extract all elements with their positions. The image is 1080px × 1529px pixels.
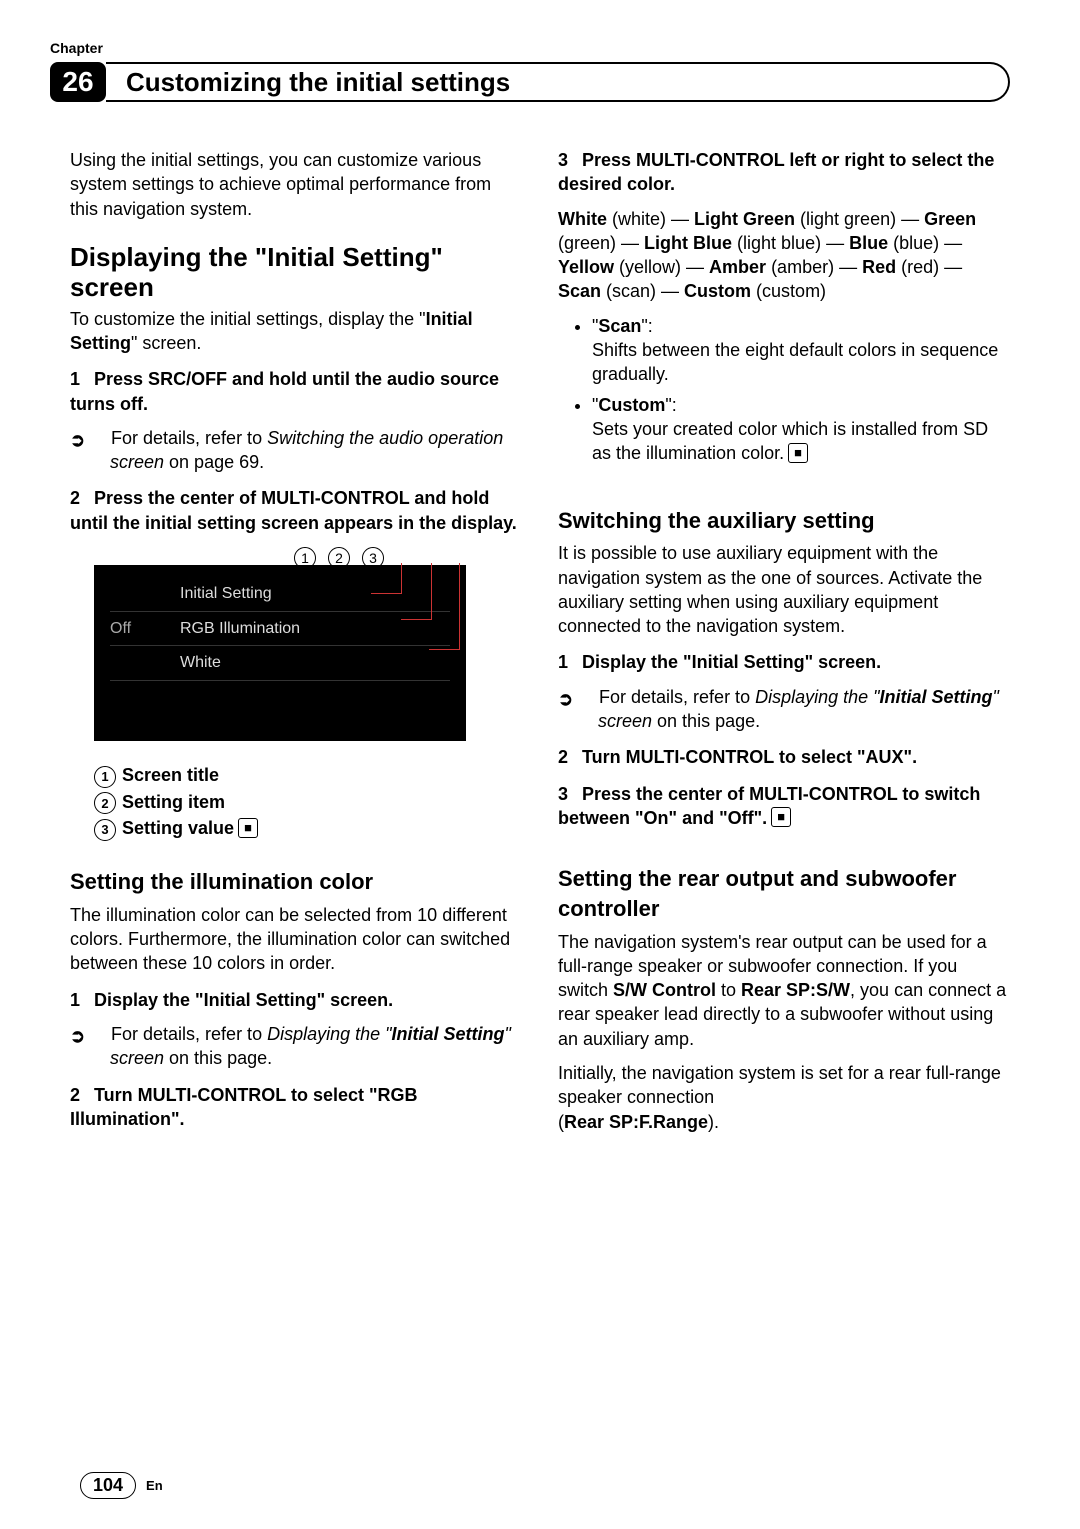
color-options-line: White (white) — Light Green (light green… (558, 207, 1010, 304)
reference-arrow-icon: ➲ (90, 1024, 106, 1048)
page-number: 104 (80, 1472, 136, 1499)
reference-arrow-icon: ➲ (90, 428, 106, 452)
color-step-2: 2Turn MULTI-CONTROL to select "RGB Illum… (70, 1083, 522, 1132)
section-color-lead: The illumination color can be selected f… (70, 903, 522, 976)
chapter-number-badge: 26 (50, 62, 106, 102)
section-rear-heading: Setting the rear output and subwoofer co… (558, 864, 1010, 923)
right-column: 3Press MULTI-CONTROL left or right to se… (558, 148, 1010, 1144)
end-mark-icon: ■ (238, 818, 258, 838)
color-option-scan: "Scan":Shifts between the eight default … (592, 314, 1010, 387)
screen-line-2: RGB Illumination (180, 618, 300, 640)
section-display-heading: Displaying the "Initial Setting" screen (70, 243, 522, 303)
aux-step-1: 1Display the "Initial Setting" screen. (558, 650, 1010, 674)
section-rear-p1: The navigation system's rear output can … (558, 930, 1010, 1051)
color-step-3: 3Press MULTI-CONTROL left or right to se… (558, 148, 1010, 197)
screen-off-label: Off (110, 618, 180, 640)
chapter-label: Chapter (50, 40, 1010, 56)
section-aux-heading: Switching the auxiliary setting (558, 506, 1010, 536)
aux-step-1-ref: ➲ For details, refer to Displaying the "… (558, 685, 1010, 734)
page-footer: 104 En (80, 1472, 163, 1499)
left-column: Using the initial settings, you can cust… (70, 148, 522, 1144)
screenshot-legend: 1Screen title 2Setting item 3Setting val… (94, 763, 522, 841)
chapter-header: 26 Customizing the initial settings (70, 62, 1010, 102)
end-mark-icon: ■ (788, 443, 808, 463)
device-screenshot: 1 2 3 Initial Setting OffRGB Illuminatio… (94, 547, 522, 841)
screen-line-3: White (180, 652, 221, 674)
aux-step-3: 3Press the center of MULTI-CONTROL to sw… (558, 782, 1010, 831)
color-step-1-ref: ➲ For details, refer to Displaying the "… (70, 1022, 522, 1071)
screen-line-1: Initial Setting (180, 583, 272, 605)
display-step-1-ref: ➲ For details, refer to Switching the au… (70, 426, 522, 475)
aux-step-2: 2Turn MULTI-CONTROL to select "AUX". (558, 745, 1010, 769)
section-rear-p2: Initially, the navigation system is set … (558, 1061, 1010, 1134)
section-color-heading: Setting the illumination color (70, 867, 522, 897)
section-aux-lead: It is possible to use auxiliary equipmen… (558, 541, 1010, 638)
color-step-1: 1Display the "Initial Setting" screen. (70, 988, 522, 1012)
section-display-lead: To customize the initial settings, displ… (70, 307, 522, 356)
intro-paragraph: Using the initial settings, you can cust… (70, 148, 522, 221)
display-step-1: 1Press SRC/OFF and hold until the audio … (70, 367, 522, 416)
end-mark-icon: ■ (771, 807, 791, 827)
display-step-2: 2Press the center of MULTI-CONTROL and h… (70, 486, 522, 535)
reference-arrow-icon: ➲ (578, 687, 594, 711)
chapter-title: Customizing the initial settings (126, 67, 510, 98)
page-language: En (146, 1478, 163, 1493)
color-option-custom: "Custom":Sets your created color which i… (592, 393, 1010, 466)
